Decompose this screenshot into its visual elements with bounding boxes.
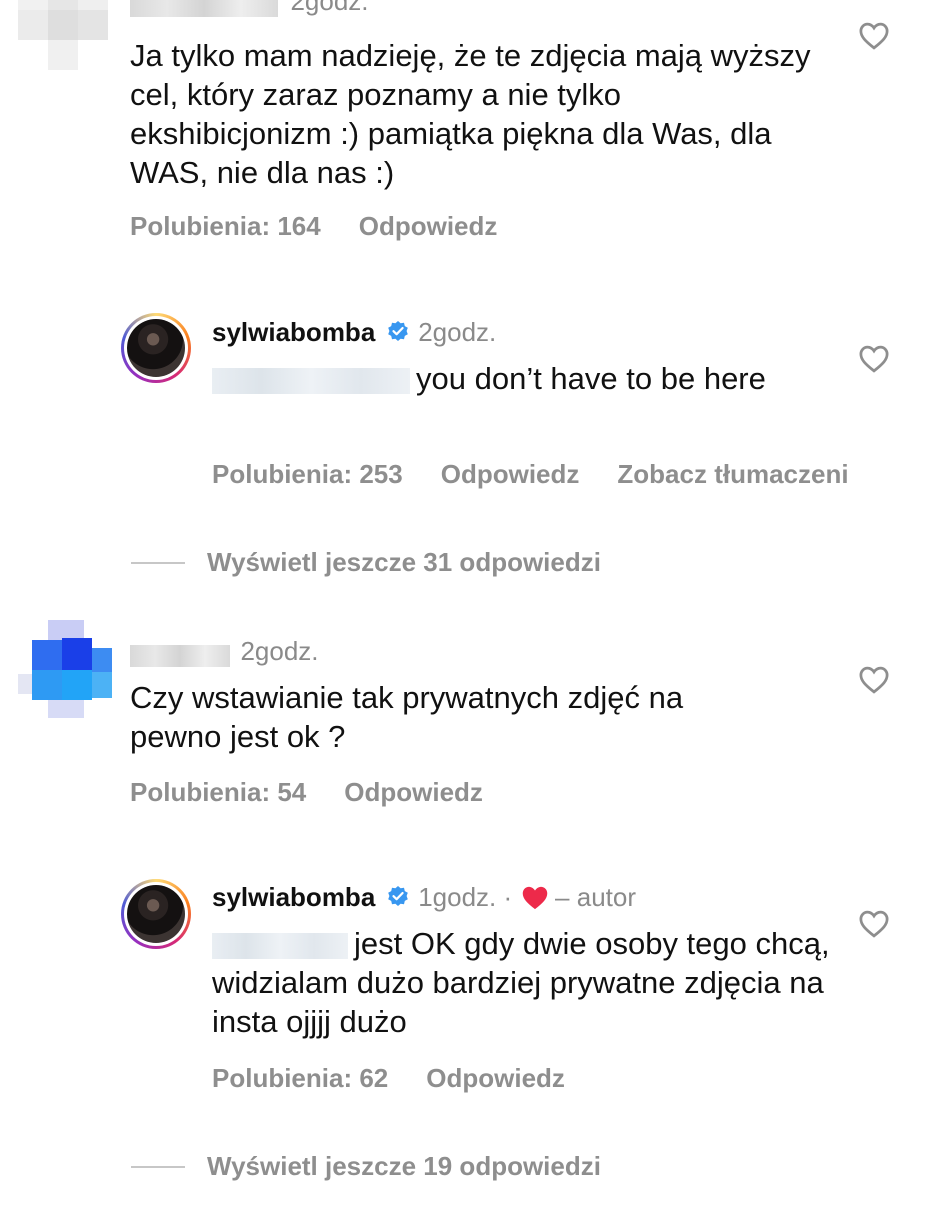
username-blurred[interactable] [130,0,278,17]
mention-blurred[interactable] [212,367,410,394]
username-blurred[interactable] [130,644,230,667]
commenter-avatar-blurred[interactable] [18,620,114,720]
view-more-replies-button[interactable]: Wyświetl jeszcze 19 odpowiedzi [207,1151,601,1182]
reply-button[interactable]: Odpowiedz [344,777,483,807]
divider-line [131,562,185,564]
heart-outline-icon[interactable] [859,666,889,694]
comment-header: 2godz. [130,0,369,17]
comment-text: Czy wstawianie tak prywatnych zdjęć na p… [130,680,684,754]
username[interactable]: sylwiabomba [212,882,375,912]
commenter-avatar-blurred[interactable] [18,0,110,72]
likes-count[interactable]: Polubienia: 62 [212,1063,388,1093]
comment-time: 1godz. · [418,882,513,912]
profile-photo [127,319,185,377]
reply-text-block: jest OK gdy dwie osoby tego chcą, widzia… [212,924,832,1041]
verified-badge-icon [387,886,408,906]
reply-header: sylwiabomba 2godz. [212,317,496,348]
reply-button[interactable]: Odpowiedz [359,211,498,241]
reply-button[interactable]: Odpowiedz [426,1063,565,1093]
comment-header: 2godz. [130,636,319,667]
heart-outline-icon[interactable] [859,910,889,938]
red-heart-icon [522,886,547,910]
comment-time: 2godz. [290,0,369,16]
see-translation-button[interactable]: Zobacz tłumaczeni [617,459,848,489]
comment-text: Ja tylko mam nadzieję, że te zdjęcia maj… [130,38,811,190]
likes-count[interactable]: Polubienia: 54 [130,777,306,807]
reply-text-block: you don’t have to be here [212,359,772,398]
comment-time: 2godz. [418,317,497,347]
reply-actions: Polubienia: 62 Odpowiedz [212,1063,603,1094]
reply-header: sylwiabomba 1godz. · – autor [212,882,636,913]
username[interactable]: sylwiabomba [212,317,375,347]
author-label: – autor [555,882,636,912]
profile-photo [127,885,185,943]
reply-text: you don’t have to be here [416,361,766,396]
divider-line [131,1166,185,1168]
view-more-replies-button[interactable]: Wyświetl jeszcze 31 odpowiedzi [207,547,601,578]
heart-outline-icon[interactable] [859,345,889,373]
reply-button[interactable]: Odpowiedz [441,459,580,489]
likes-count[interactable]: Polubienia: 253 [212,459,403,489]
avatar[interactable] [121,313,191,383]
comment-actions: Polubienia: 54 Odpowiedz [130,777,521,808]
likes-count[interactable]: Polubienia: 164 [130,211,321,241]
heart-outline-icon[interactable] [859,22,889,50]
mention-blurred[interactable] [212,932,348,959]
comment-actions: Polubienia: 164 Odpowiedz [130,211,535,242]
verified-badge-icon [387,321,408,341]
comment-time: 2godz. [240,636,319,666]
reply-actions: Polubienia: 253 Odpowiedz Zobacz tłumaczen… [212,459,887,490]
avatar[interactable] [121,879,191,949]
